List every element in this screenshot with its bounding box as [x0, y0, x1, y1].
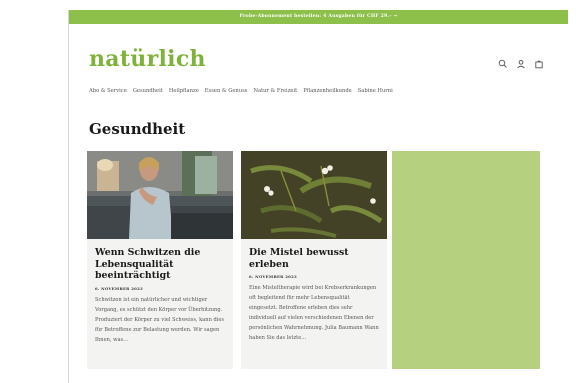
nav-item-abo-service[interactable]: Abo & Service: [89, 88, 127, 94]
user-icon[interactable]: [516, 54, 526, 69]
article-image-sweating[interactable]: [87, 151, 233, 239]
promo-panel: [392, 151, 540, 369]
nav-item-natur-freizeit[interactable]: Natur & Freizeit: [253, 88, 297, 94]
main-nav: Abo & Service Gesundheit Heilpflanze Ess…: [89, 88, 393, 94]
nav-item-gesundheit[interactable]: Gesundheit: [133, 88, 163, 94]
search-icon[interactable]: [498, 54, 508, 68]
browser-page: Probe-Abonnement bestellen: 4 Ausgaben f…: [68, 10, 568, 383]
article-card-body: Wenn Schwitzen die Lebensqualität beeint…: [87, 239, 233, 369]
article-card[interactable]: Wenn Schwitzen die Lebensqualität beeint…: [87, 151, 233, 369]
article-grid: Wenn Schwitzen die Lebensqualität beeint…: [87, 151, 387, 369]
article-date: 6. NOVEMBER 2023: [249, 274, 297, 279]
nav-item-essen-genuss[interactable]: Essen & Genuss: [205, 88, 248, 94]
site-header: natürlich Abo & Service Gesundheit Heilp…: [69, 24, 568, 104]
article-image-mistletoe[interactable]: [241, 151, 387, 239]
article-excerpt: Eine Misteltherapie wird bei Krebserkran…: [249, 285, 379, 341]
page-title: Gesundheit: [89, 120, 186, 138]
article-title[interactable]: Wenn Schwitzen die Lebensqualität beeint…: [95, 247, 225, 282]
header-icons: [498, 54, 544, 69]
article-excerpt: Schwitzen ist ein natürlicher und wichti…: [95, 296, 224, 343]
announcement-bar[interactable]: Probe-Abonnement bestellen: 4 Ausgaben f…: [69, 10, 568, 24]
article-title[interactable]: Die Mistel bewusst erleben: [249, 247, 379, 270]
article-card[interactable]: Die Mistel bewusst erleben 6. NOVEMBER 2…: [241, 151, 387, 369]
article-card-body: Die Mistel bewusst erleben 6. NOVEMBER 2…: [241, 239, 387, 369]
article-date: 6. NOVEMBER 2023: [95, 285, 143, 291]
nav-item-pflanzenheilkunde[interactable]: Pflanzenheilkunde: [303, 88, 351, 94]
nav-item-sabine-hurni[interactable]: Sabine Hurni: [358, 88, 393, 94]
site-logo[interactable]: natürlich: [89, 46, 206, 72]
nav-item-heilpflanze[interactable]: Heilpflanze: [169, 88, 199, 94]
cart-icon[interactable]: [534, 54, 544, 69]
